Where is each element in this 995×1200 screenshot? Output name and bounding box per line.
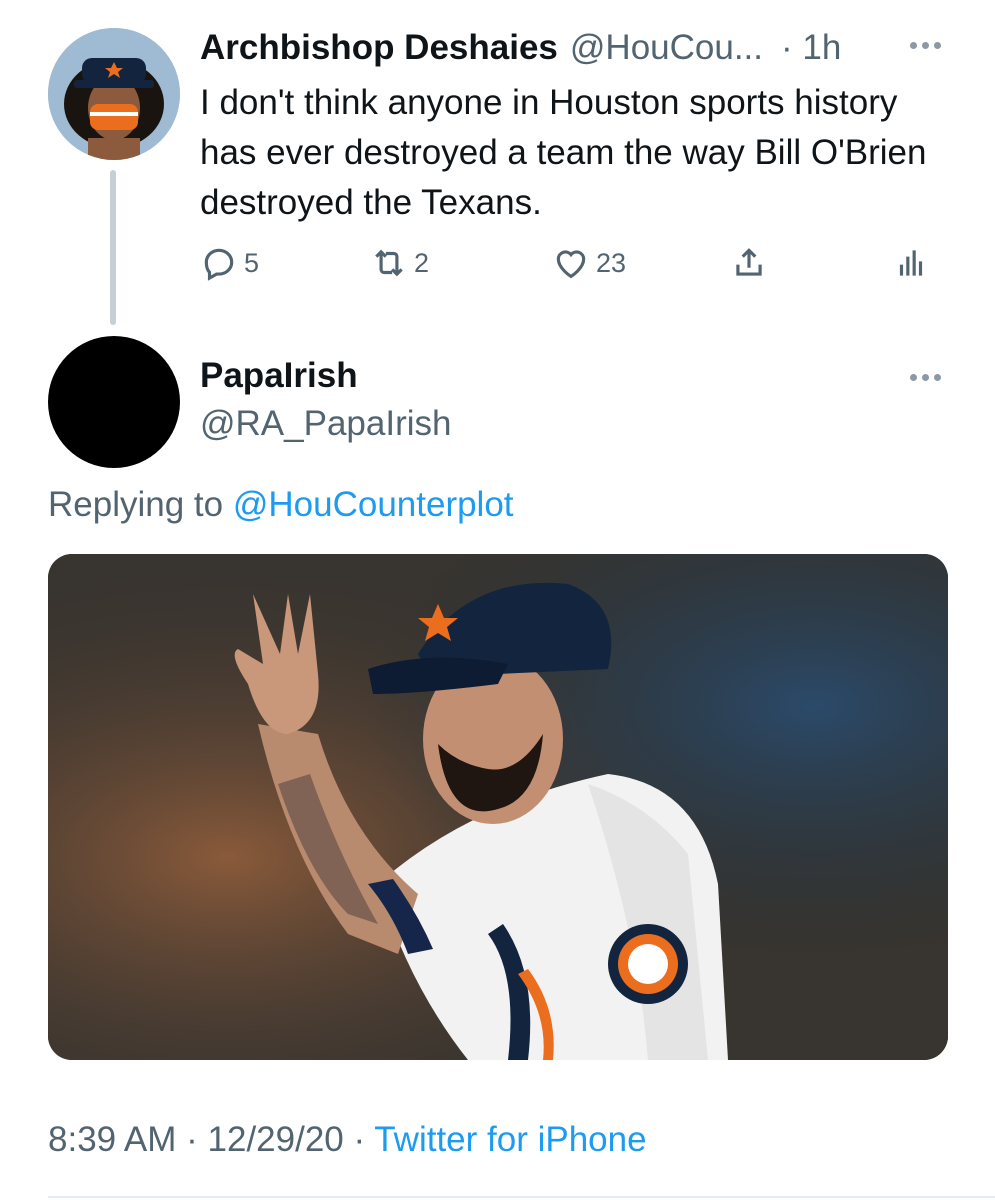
reply-avatar[interactable] — [48, 336, 180, 468]
reply-button[interactable]: 5 — [200, 240, 259, 286]
retweet-icon — [375, 249, 403, 277]
retweet-count: 2 — [414, 247, 430, 278]
heart-icon — [556, 250, 586, 279]
replying-to-label: Replying to — [48, 485, 224, 524]
share-icon — [736, 248, 762, 276]
replying-to-link[interactable]: @HouCounterplot — [233, 485, 514, 524]
like-count: 23 — [596, 247, 627, 278]
like-button[interactable]: 23 — [552, 240, 626, 286]
parent-handle[interactable]: @HouCou... — [570, 28, 763, 68]
reply-icon — [204, 248, 234, 281]
baseball-player-photo — [48, 554, 948, 1060]
tweet-actions: 5 2 23 — [200, 240, 940, 286]
more-icon[interactable] — [905, 362, 945, 392]
tweet-media-image[interactable] — [48, 554, 948, 1060]
replying-to-line: Replying to @HouCounterplot — [48, 485, 514, 525]
parent-display-name[interactable]: Archbishop Deshaies — [200, 28, 558, 68]
thread-line — [110, 170, 116, 325]
reply-display-name[interactable]: PapaIrish — [200, 356, 358, 396]
analytics-icon — [899, 250, 923, 276]
timestamp-text[interactable]: 8:39 AM · 12/29/20 · — [48, 1120, 374, 1159]
tweet-timestamp: 8:39 AM · 12/29/20 · Twitter for iPhone — [48, 1120, 647, 1160]
parent-tweet-header: Archbishop Deshaies @HouCou... · 1h — [200, 26, 841, 70]
reply-handle[interactable]: @RA_PapaIrish — [200, 404, 451, 444]
share-button[interactable] — [730, 240, 768, 286]
tweet-source-link[interactable]: Twitter for iPhone — [374, 1120, 646, 1159]
avatar-image — [48, 28, 180, 160]
parent-avatar[interactable] — [48, 28, 180, 160]
retweet-button[interactable]: 2 — [370, 240, 429, 286]
analytics-button[interactable] — [892, 240, 930, 286]
parent-timestamp[interactable]: · 1h — [781, 28, 841, 68]
divider — [48, 1196, 995, 1198]
reply-count: 5 — [244, 247, 260, 278]
parent-tweet-text: I don't think anyone in Houston sports h… — [200, 83, 927, 222]
more-icon[interactable] — [905, 30, 945, 60]
